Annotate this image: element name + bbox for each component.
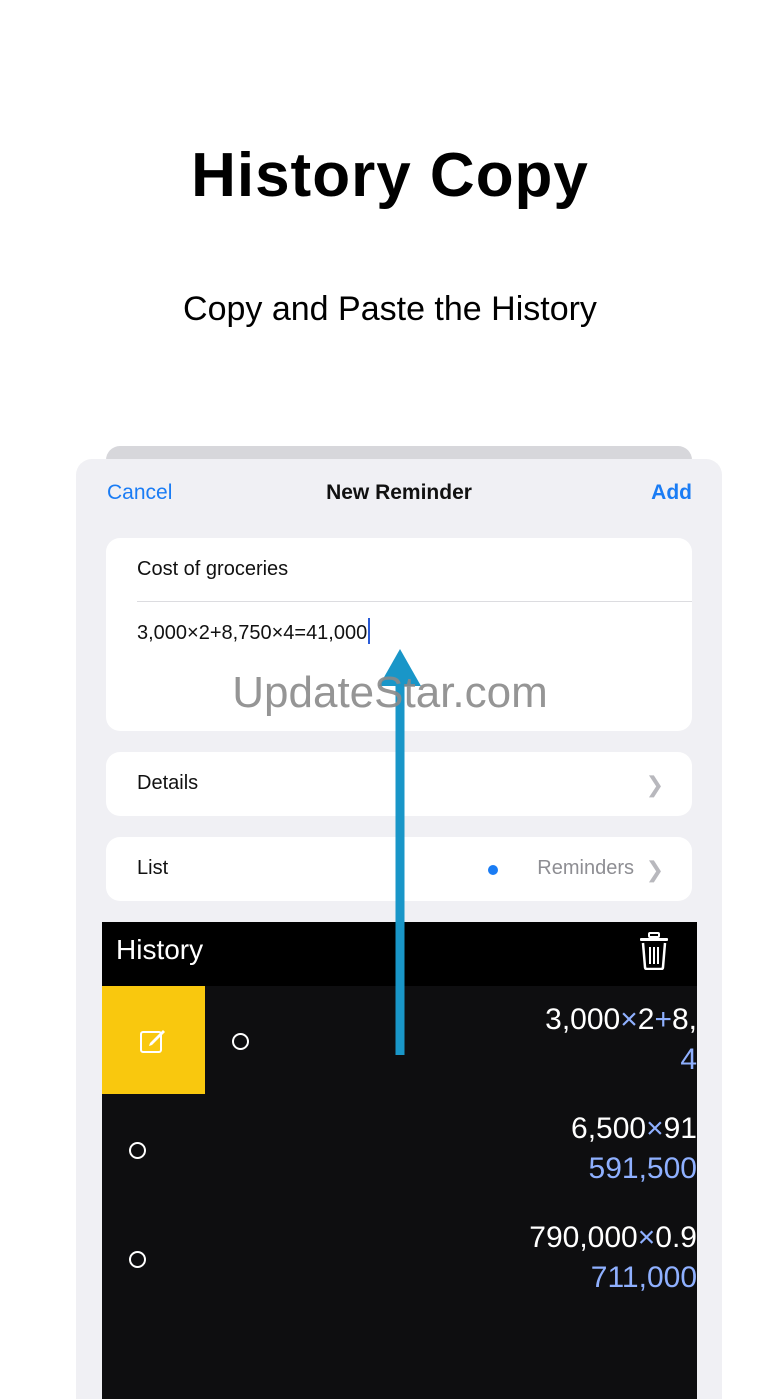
history-result: 591,500	[588, 1152, 697, 1185]
copy-to-reminder-button[interactable]	[102, 986, 205, 1094]
watermark: UpdateStar.com	[232, 668, 548, 717]
new-reminder-sheet: Cancel New Reminder Add Cost of grocerie…	[76, 459, 722, 1399]
list-color-dot	[488, 865, 498, 875]
headline: History Copy	[191, 141, 589, 210]
history-header: History	[102, 922, 697, 986]
sheet-nav-bar: Cancel New Reminder Add	[76, 459, 722, 527]
edit-icon	[140, 1030, 165, 1053]
list-row[interactable]: List Reminders ❯	[106, 837, 692, 901]
history-expression: 3,000×2+8,	[545, 1003, 697, 1036]
list-label: List	[137, 857, 169, 879]
history-result: 4	[680, 1043, 697, 1076]
add-button[interactable]: Add	[651, 481, 692, 505]
history-title: History	[116, 934, 204, 965]
row-radio[interactable]	[232, 1033, 249, 1050]
list-value: Reminders	[537, 857, 634, 879]
history-expression: 790,000×0.9	[529, 1221, 697, 1254]
history-panel: History 3,000×2+8, 4 6,500×91 591,500 79…	[102, 922, 697, 1399]
sheet-title: New Reminder	[326, 481, 472, 504]
history-result: 711,000	[590, 1261, 697, 1294]
chevron-right-icon: ❯	[645, 857, 664, 882]
field-divider	[137, 601, 692, 602]
title-field[interactable]: Cost of groceries	[137, 558, 288, 581]
details-label: Details	[137, 772, 199, 794]
details-row[interactable]: Details ❯	[106, 752, 692, 816]
notes-field[interactable]: 3,000×2+8,750×4=41,000	[137, 618, 371, 645]
row-radio[interactable]	[129, 1251, 146, 1268]
chevron-right-icon: ❯	[645, 772, 664, 797]
text-caret	[368, 618, 371, 644]
subline: Copy and Paste the History	[183, 290, 597, 328]
history-expression: 6,500×91	[571, 1112, 697, 1145]
trash-icon[interactable]	[637, 932, 671, 970]
notes-text: 3,000×2+8,750×4=41,000	[137, 622, 368, 644]
row-radio[interactable]	[129, 1142, 146, 1159]
